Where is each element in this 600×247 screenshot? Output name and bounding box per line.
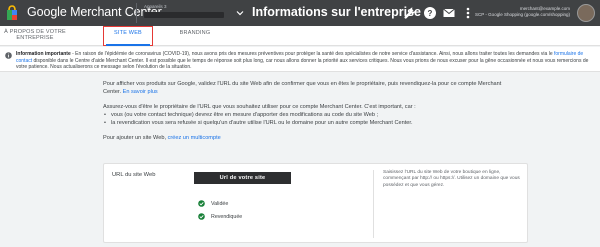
add-website-paragraph: Pour ajouter un site Web, créez un multi…: [103, 134, 503, 142]
intro-text: Pour afficher vos produits sur Google, v…: [103, 81, 502, 95]
top-bar: Google Merchant Center Appareils 3 Infor…: [0, 0, 600, 26]
merchant-center-logo: [7, 5, 17, 20]
tab-branding[interactable]: BRANDING: [170, 26, 220, 46]
website-url-card: URL du site Web Url de votre site Validé…: [103, 163, 528, 243]
claimed-label: Revendiquée: [211, 214, 243, 220]
create-multiclient-link[interactable]: créez un multicompte: [168, 135, 221, 141]
list-item: la revendication vous sera refusée si qu…: [103, 119, 503, 127]
tab-label: ENTREPRISE: [16, 35, 54, 41]
learn-more-link[interactable]: En savoir plus: [123, 89, 158, 95]
validated-label: Validée: [211, 201, 229, 207]
tab-bar: À PROPOS DE VOTRE ENTREPRISE SITE WEB BR…: [0, 26, 600, 46]
covid-notice-banner: Information importante - En raison de l'…: [0, 47, 600, 72]
active-tab-indicator: [106, 44, 150, 46]
notice-title: Information importante: [16, 51, 71, 57]
intro-paragraph: Pour afficher vos produits sur Google, v…: [103, 80, 503, 96]
info-icon: [5, 52, 12, 59]
requirements: Assurez-vous d'être le propriétaire de l…: [103, 103, 503, 127]
svg-text:?: ?: [428, 9, 433, 18]
website-url-value: Url de votre site: [219, 175, 266, 181]
website-url-label: URL du site Web: [112, 172, 156, 178]
account-name-redacted: [144, 12, 224, 18]
user-account-name: SCP - Google Shopping (google.com/shoppi…: [475, 12, 570, 17]
wrench-icon[interactable]: [403, 6, 417, 20]
notice-text: Information importante - En raison de l'…: [16, 51, 594, 71]
avatar[interactable]: [577, 4, 595, 22]
account-selector[interactable]: Appareils 3: [136, 3, 231, 23]
website-url-help-text: Saisissez l'URL du site Web de votre bou…: [383, 170, 520, 188]
page-title: Informations sur l'entreprise: [252, 5, 421, 19]
list-item: vous (ou votre contact technique) devrez…: [103, 111, 503, 119]
check-circle-icon: [198, 200, 205, 207]
user-info: merchant@example.com SCP - Google Shoppi…: [450, 6, 570, 18]
requirements-list: vous (ou votre contact technique) devrez…: [103, 111, 503, 127]
notice-body: - En raison de l'épidémie de coronavirus…: [70, 51, 554, 57]
tab-label: BRANDING: [179, 30, 211, 36]
tab-website[interactable]: SITE WEB: [103, 26, 153, 46]
notice-body-2: disponible dans le Centre d'aide Merchan…: [16, 57, 589, 71]
requirements-intro: Assurez-vous d'être le propriétaire de l…: [103, 104, 416, 110]
help-icon[interactable]: ?: [423, 6, 437, 20]
tab-about-business[interactable]: À PROPOS DE VOTRE ENTREPRISE: [0, 26, 70, 46]
card-divider: [373, 170, 374, 238]
website-section: Pour afficher vos produits sur Google, v…: [103, 80, 503, 149]
check-circle-icon: [198, 213, 205, 220]
add-website-text: Pour ajouter un site Web,: [103, 135, 168, 141]
account-label: Appareils 3: [144, 4, 167, 9]
chevron-down-icon[interactable]: [236, 9, 244, 17]
highlight-box: [103, 26, 153, 46]
website-url-field[interactable]: Url de votre site: [194, 172, 291, 184]
